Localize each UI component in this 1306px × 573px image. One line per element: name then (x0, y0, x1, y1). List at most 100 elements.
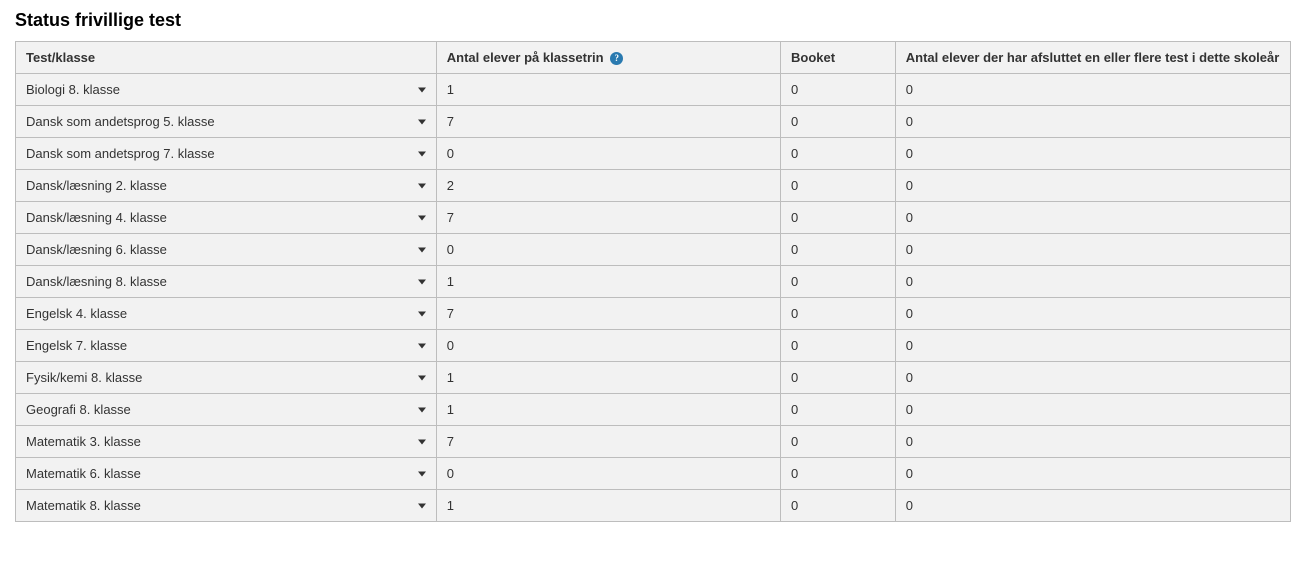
afsluttet-cell: 0 (895, 138, 1290, 170)
table-row: Matematik 6. klasse000 (16, 458, 1291, 490)
col-header-booket: Booket (781, 42, 896, 74)
table-row: Engelsk 4. klasse700 (16, 298, 1291, 330)
booket-cell: 0 (781, 362, 896, 394)
test-label: Biologi 8. klasse (26, 82, 120, 97)
test-label: Dansk/læsning 6. klasse (26, 242, 167, 257)
booket-cell: 0 (781, 138, 896, 170)
test-label: Matematik 6. klasse (26, 466, 141, 481)
test-cell[interactable]: Engelsk 7. klasse (16, 330, 437, 362)
status-table: Test/klasse Antal elever på klassetrin ?… (15, 41, 1291, 522)
col-header-antal-label: Antal elever på klassetrin (447, 50, 604, 65)
test-label: Engelsk 4. klasse (26, 306, 127, 321)
booket-cell: 0 (781, 394, 896, 426)
booket-cell: 0 (781, 74, 896, 106)
afsluttet-cell: 0 (895, 394, 1290, 426)
caret-down-icon (418, 119, 426, 124)
test-cell[interactable]: Dansk/læsning 2. klasse (16, 170, 437, 202)
test-cell[interactable]: Biologi 8. klasse (16, 74, 437, 106)
table-header-row: Test/klasse Antal elever på klassetrin ?… (16, 42, 1291, 74)
col-header-antal: Antal elever på klassetrin ? (436, 42, 780, 74)
antal-cell: 0 (436, 234, 780, 266)
antal-cell: 0 (436, 458, 780, 490)
antal-cell: 1 (436, 266, 780, 298)
caret-down-icon (418, 471, 426, 476)
table-row: Dansk/læsning 6. klasse000 (16, 234, 1291, 266)
page-title: Status frivillige test (15, 10, 1291, 31)
caret-down-icon (418, 503, 426, 508)
table-row: Fysik/kemi 8. klasse100 (16, 362, 1291, 394)
caret-down-icon (418, 215, 426, 220)
antal-cell: 7 (436, 298, 780, 330)
booket-cell: 0 (781, 298, 896, 330)
afsluttet-cell: 0 (895, 170, 1290, 202)
test-label: Dansk som andetsprog 5. klasse (26, 114, 215, 129)
afsluttet-cell: 0 (895, 202, 1290, 234)
test-cell[interactable]: Dansk/læsning 4. klasse (16, 202, 437, 234)
caret-down-icon (418, 279, 426, 284)
antal-cell: 0 (436, 330, 780, 362)
booket-cell: 0 (781, 426, 896, 458)
afsluttet-cell: 0 (895, 426, 1290, 458)
test-cell[interactable]: Matematik 3. klasse (16, 426, 437, 458)
antal-cell: 1 (436, 362, 780, 394)
test-label: Engelsk 7. klasse (26, 338, 127, 353)
afsluttet-cell: 0 (895, 234, 1290, 266)
info-icon[interactable]: ? (610, 52, 623, 65)
table-row: Engelsk 7. klasse000 (16, 330, 1291, 362)
caret-down-icon (418, 87, 426, 92)
test-cell[interactable]: Dansk som andetsprog 5. klasse (16, 106, 437, 138)
table-row: Dansk/læsning 4. klasse700 (16, 202, 1291, 234)
booket-cell: 0 (781, 266, 896, 298)
table-row: Dansk som andetsprog 7. klasse000 (16, 138, 1291, 170)
caret-down-icon (418, 311, 426, 316)
test-cell[interactable]: Geografi 8. klasse (16, 394, 437, 426)
test-label: Geografi 8. klasse (26, 402, 131, 417)
antal-cell: 7 (436, 202, 780, 234)
test-cell[interactable]: Dansk som andetsprog 7. klasse (16, 138, 437, 170)
table-row: Dansk/læsning 8. klasse100 (16, 266, 1291, 298)
antal-cell: 0 (436, 138, 780, 170)
table-row: Geografi 8. klasse100 (16, 394, 1291, 426)
afsluttet-cell: 0 (895, 490, 1290, 522)
test-cell[interactable]: Engelsk 4. klasse (16, 298, 437, 330)
booket-cell: 0 (781, 106, 896, 138)
test-cell[interactable]: Matematik 6. klasse (16, 458, 437, 490)
caret-down-icon (418, 407, 426, 412)
test-label: Dansk som andetsprog 7. klasse (26, 146, 215, 161)
antal-cell: 7 (436, 106, 780, 138)
afsluttet-cell: 0 (895, 298, 1290, 330)
table-row: Biologi 8. klasse100 (16, 74, 1291, 106)
caret-down-icon (418, 439, 426, 444)
booket-cell: 0 (781, 458, 896, 490)
test-label: Dansk/læsning 4. klasse (26, 210, 167, 225)
afsluttet-cell: 0 (895, 458, 1290, 490)
test-label: Matematik 8. klasse (26, 498, 141, 513)
test-label: Fysik/kemi 8. klasse (26, 370, 142, 385)
booket-cell: 0 (781, 330, 896, 362)
booket-cell: 0 (781, 234, 896, 266)
antal-cell: 1 (436, 74, 780, 106)
table-row: Dansk/læsning 2. klasse200 (16, 170, 1291, 202)
afsluttet-cell: 0 (895, 330, 1290, 362)
afsluttet-cell: 0 (895, 74, 1290, 106)
test-label: Matematik 3. klasse (26, 434, 141, 449)
afsluttet-cell: 0 (895, 362, 1290, 394)
caret-down-icon (418, 375, 426, 380)
test-cell[interactable]: Dansk/læsning 6. klasse (16, 234, 437, 266)
afsluttet-cell: 0 (895, 266, 1290, 298)
table-row: Matematik 8. klasse100 (16, 490, 1291, 522)
afsluttet-cell: 0 (895, 106, 1290, 138)
test-cell[interactable]: Dansk/læsning 8. klasse (16, 266, 437, 298)
antal-cell: 1 (436, 394, 780, 426)
test-cell[interactable]: Matematik 8. klasse (16, 490, 437, 522)
caret-down-icon (418, 183, 426, 188)
caret-down-icon (418, 151, 426, 156)
test-label: Dansk/læsning 2. klasse (26, 178, 167, 193)
test-cell[interactable]: Fysik/kemi 8. klasse (16, 362, 437, 394)
antal-cell: 7 (436, 426, 780, 458)
caret-down-icon (418, 247, 426, 252)
booket-cell: 0 (781, 170, 896, 202)
booket-cell: 0 (781, 202, 896, 234)
antal-cell: 2 (436, 170, 780, 202)
booket-cell: 0 (781, 490, 896, 522)
